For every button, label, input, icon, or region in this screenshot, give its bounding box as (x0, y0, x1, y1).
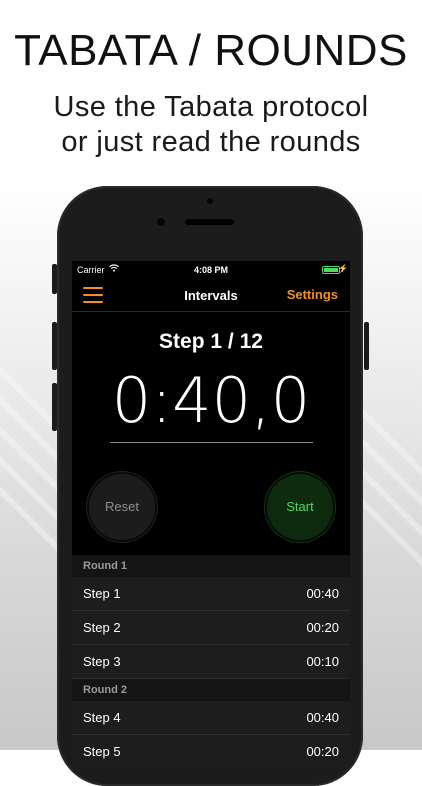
step-name: Step 1 (83, 586, 121, 601)
marketing-subline-1: Use the Tabata protocol (53, 91, 369, 123)
reset-button[interactable]: Reset (91, 476, 153, 538)
timer-underline (110, 442, 313, 443)
step-duration: 00:40 (306, 710, 339, 725)
step-duration: 00:40 (306, 586, 339, 601)
marketing-subline-2: or just read the rounds (61, 126, 361, 158)
navigation-bar: Intervals Settings (72, 279, 350, 312)
earpiece-speaker (185, 219, 234, 225)
step-name: Step 5 (83, 744, 121, 759)
round-header: Round 2 (72, 679, 350, 701)
step-duration: 00:20 (306, 620, 339, 635)
step-duration: 00:20 (306, 744, 339, 759)
timer-display: 0:40,0 (111, 364, 311, 437)
start-button[interactable]: Start (269, 476, 331, 538)
list-item[interactable]: Step 3 00:10 (72, 645, 350, 679)
step-name: Step 4 (83, 710, 121, 725)
front-camera-icon (207, 198, 213, 204)
step-duration: 00:10 (306, 654, 339, 669)
step-name: Step 2 (83, 620, 121, 635)
battery-level (324, 268, 338, 272)
list-item[interactable]: Step 2 00:20 (72, 611, 350, 645)
list-item[interactable]: Step 5 00:20 (72, 735, 350, 761)
status-bar: Carrier 4:08 PM ⚡ (72, 261, 350, 279)
step-name: Step 3 (83, 654, 121, 669)
round-header: Round 1 (72, 555, 350, 577)
phone-power-button (364, 322, 369, 370)
charging-bolt-icon: ⚡ (338, 264, 348, 273)
list-item[interactable]: Step 1 00:40 (72, 577, 350, 611)
rounds-list[interactable]: Round 1 Step 1 00:40 Step 2 00:20 Step 3… (72, 555, 350, 761)
app-screen: Carrier 4:08 PM ⚡ Intervals Settings Ste… (72, 261, 350, 761)
step-counter: Step 1 / 12 (159, 330, 263, 353)
list-item[interactable]: Step 4 00:40 (72, 701, 350, 735)
status-time: 4:08 PM (193, 265, 228, 275)
marketing-headline: TABATA / ROUNDS (14, 26, 408, 75)
settings-button[interactable]: Settings (287, 287, 338, 302)
proximity-sensor-icon (157, 218, 165, 226)
